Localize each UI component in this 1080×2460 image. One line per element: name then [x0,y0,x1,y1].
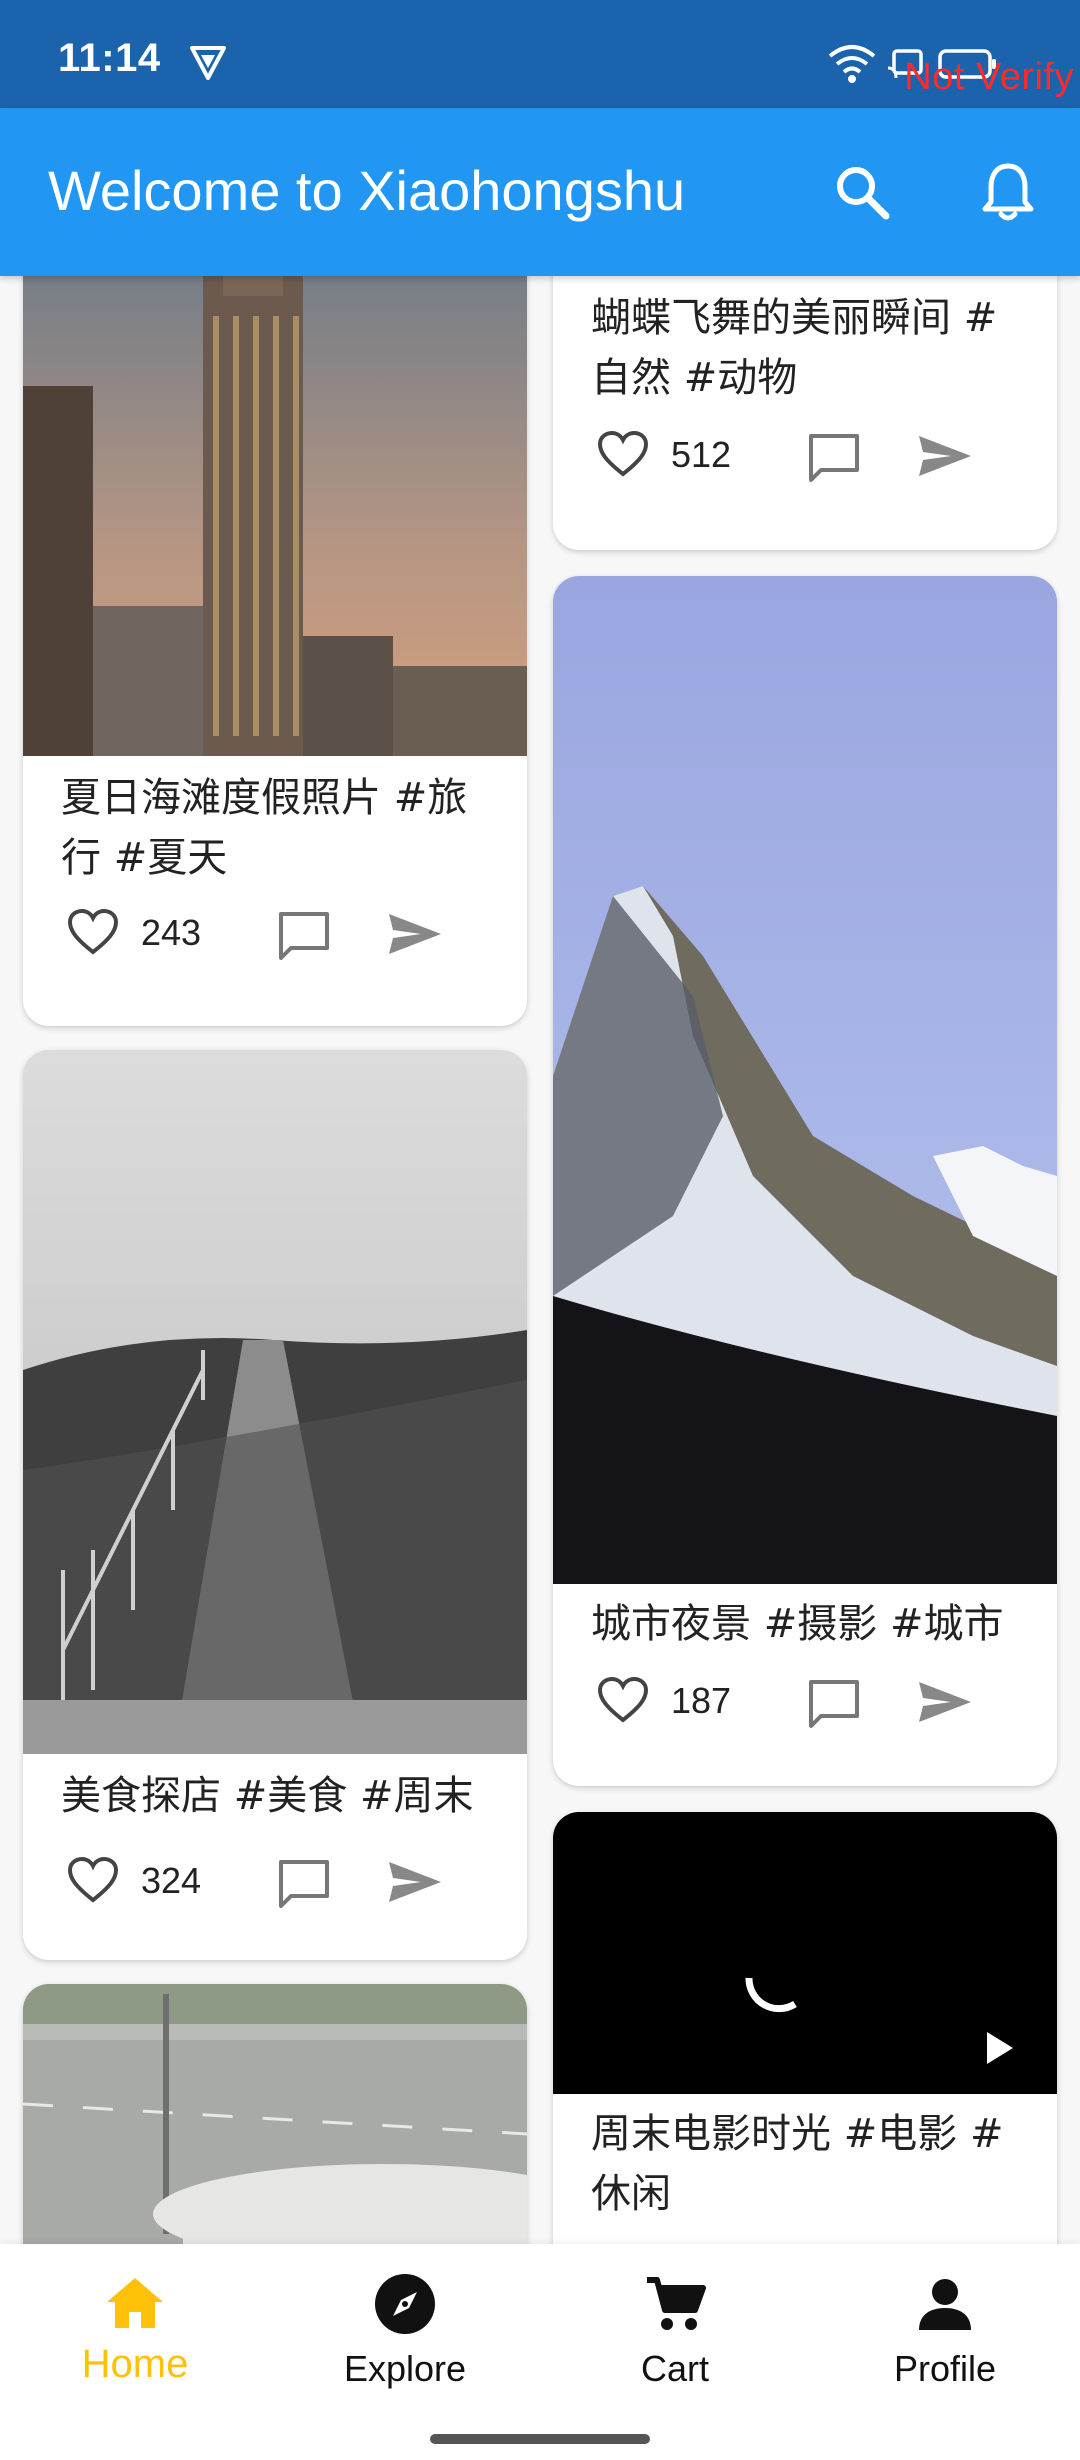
post-card[interactable]: 蝴蝶飞舞的美丽瞬间 #自然 #动物 512 [553,276,1057,550]
search-button[interactable] [822,152,902,232]
post-card[interactable]: 美食探店 #美食 #周末 324 [23,1050,527,1960]
city-skyline-image [23,276,527,756]
not-verify-label: Not Verify [904,56,1074,98]
like-count: 243 [141,912,202,953]
post-caption: 蝴蝶飞舞的美丽瞬间 #自然 #动物 [591,295,998,401]
like-count: 187 [671,1680,732,1721]
nav-label: Home [81,2342,189,2386]
post-caption: 周末电影时光 #电影 #休闲 [591,2111,1004,2217]
post-card[interactable]: 周末电影时光 #电影 #休闲 [553,1812,1057,2244]
status-time: 11:14 [58,36,161,80]
like-count: 512 [671,434,732,475]
nav-cart[interactable]: Cart [540,2270,810,2400]
road-car-image [23,1984,527,2244]
wifi-icon [828,45,876,83]
post-actions: 512 [597,424,1017,488]
mountain-image [553,576,1057,1584]
gesture-bar[interactable] [430,2434,650,2444]
nav-profile[interactable]: Profile [810,2270,1080,2400]
nav-home[interactable]: Home [0,2270,270,2400]
post-actions: 187 [597,1670,1017,1734]
feed-grid[interactable]: 夏日海滩度假照片 #旅行 #夏天 243 美食探店 #美食 #周末 324 蝴蝶… [0,276,1080,2244]
post-caption: 美食探店 #美食 #周末 [61,1773,474,1819]
heart-icon[interactable] [597,430,649,478]
page-title: Welcome to Xiaohongshu [48,159,686,222]
bottom-navigation: Home Explore Cart Profile [0,2244,1080,2460]
post-actions: 324 [67,1850,487,1914]
nav-label: Cart [640,2348,709,2389]
bell-icon [982,163,1034,221]
post-caption: 城市夜景 #摄影 #城市 [591,1601,1004,1647]
vpn-icon [190,46,226,80]
person-icon [919,2279,971,2330]
heart-icon[interactable] [67,908,119,956]
post-card[interactable]: 夏日海滩度假照片 #旅行 #夏天 243 [23,276,527,1026]
like-count: 324 [141,1860,202,1901]
post-card[interactable]: 城市夜景 #摄影 #城市 187 [553,576,1057,1786]
loading-spinner-icon [745,1977,797,2013]
comment-icon[interactable] [807,1678,861,1730]
post-card[interactable] [23,1984,527,2244]
status-bar: 11:14 Not Verify [0,0,1080,108]
home-icon [107,2278,163,2328]
share-icon[interactable] [917,1680,973,1724]
share-icon[interactable] [387,912,443,956]
nav-label: Explore [343,2348,467,2389]
comment-icon[interactable] [807,432,861,484]
play-icon[interactable] [983,2030,1015,2066]
post-actions: 243 [67,902,487,966]
notifications-button[interactable] [968,152,1048,232]
video-player[interactable] [553,1812,1057,2094]
post-caption: 夏日海滩度假照片 #旅行 #夏天 [61,775,468,881]
hill-path-image [23,1050,527,1754]
heart-icon[interactable] [67,1856,119,1904]
heart-icon[interactable] [597,1676,649,1724]
search-icon [837,167,890,220]
app-bar: Welcome to Xiaohongshu [0,108,1080,276]
nav-explore[interactable]: Explore [270,2270,540,2400]
share-icon[interactable] [387,1860,443,1904]
comment-icon[interactable] [277,1858,331,1910]
comment-icon[interactable] [277,910,331,962]
nav-label: Profile [893,2348,997,2389]
compass-icon [375,2274,435,2334]
cart-icon [647,2277,706,2330]
share-icon[interactable] [917,434,973,478]
